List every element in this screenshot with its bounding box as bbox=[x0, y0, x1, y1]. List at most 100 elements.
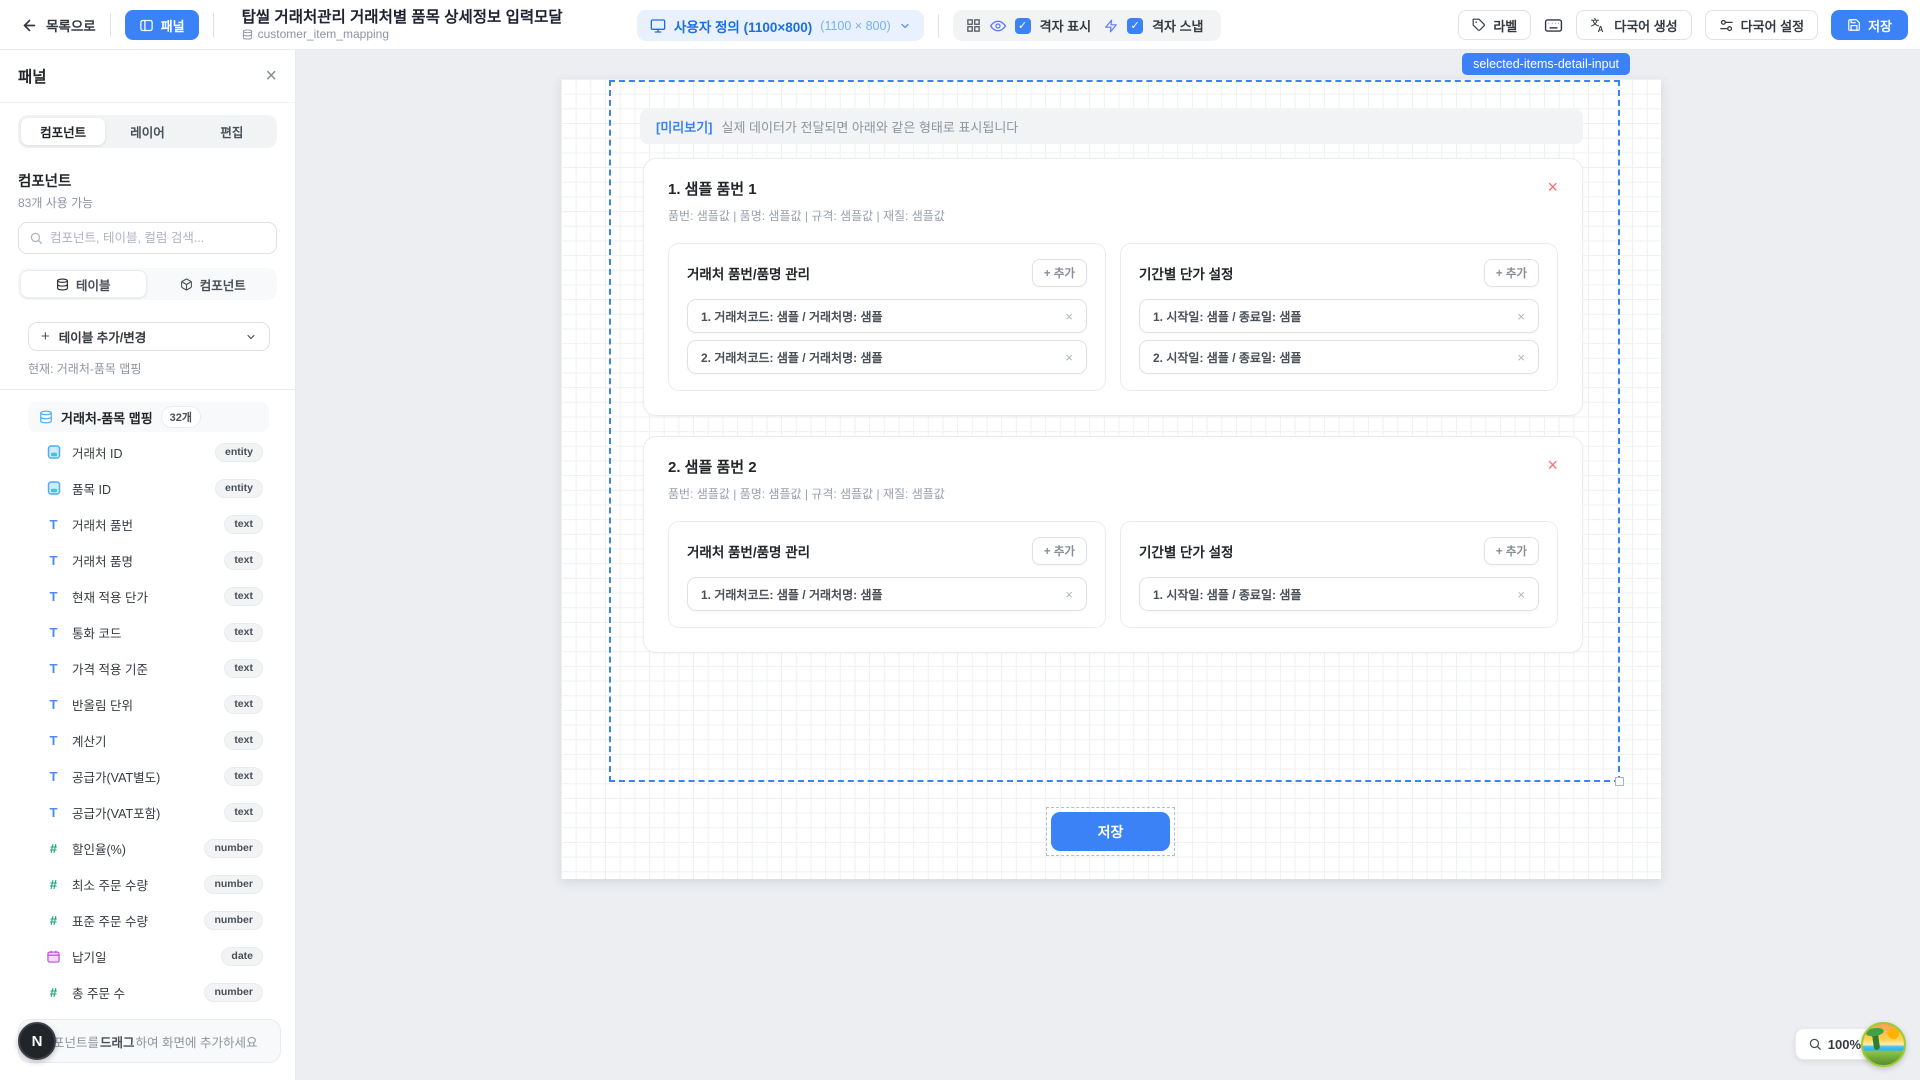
translate-icon: 文A bbox=[1590, 17, 1607, 34]
search-input[interactable] bbox=[50, 231, 266, 245]
remove-item-icon[interactable]: × bbox=[1547, 178, 1558, 196]
database-icon bbox=[56, 278, 69, 291]
field-label: 가격 적용 기준 bbox=[72, 659, 213, 678]
remove-row-icon[interactable]: × bbox=[1517, 309, 1525, 324]
current-table-label: 현재: 거래처-품목 맵핑 bbox=[28, 360, 295, 377]
add-change-table-button[interactable]: + 테이블 추가/변경 bbox=[28, 322, 270, 351]
date-type-icon bbox=[46, 950, 61, 963]
source-mode-switch: 테이블 컴포넌트 bbox=[18, 268, 277, 300]
field-label: 공급가(VAT별도) bbox=[72, 767, 213, 786]
field-list-item[interactable]: 품목 ID entity bbox=[0, 470, 295, 506]
code-row: 1. 거래처코드: 샘플 / 거래처명: 샘플× bbox=[687, 299, 1087, 333]
eye-icon bbox=[990, 18, 1006, 34]
sample-item-card-1: 1. 샘플 품번 1 × 품번: 샘플값 | 품명: 샘플값 | 규격: 샘플값… bbox=[643, 158, 1583, 416]
selected-component-name-label: selected-items-detail-input bbox=[1462, 53, 1630, 75]
magnifier-icon bbox=[1808, 1037, 1822, 1051]
field-list-item[interactable]: 납기일 date bbox=[0, 938, 295, 974]
text-type-icon: T bbox=[46, 805, 61, 820]
add-row-button[interactable]: + 추가 bbox=[1484, 537, 1539, 565]
mode-table-button[interactable]: 테이블 bbox=[20, 270, 147, 298]
close-panel-icon[interactable]: × bbox=[265, 66, 277, 86]
back-label[interactable]: 목록으로 bbox=[46, 15, 96, 35]
customer-codes-panel: 거래처 품번/품명 관리 + 추가 1. 거래처코드: 샘플 / 거래처명: 샘… bbox=[668, 243, 1106, 391]
field-type-badge: number bbox=[204, 911, 263, 930]
field-list-item[interactable]: # 총 주문 수 number bbox=[0, 974, 295, 1010]
field-list-item[interactable]: # 최소 주문 수량 number bbox=[0, 866, 295, 902]
field-list-item[interactable]: T 현재 적용 단가 text bbox=[0, 578, 295, 614]
design-artboard[interactable]: selected-items-detail-input [미리보기] 실제 데이… bbox=[561, 79, 1661, 879]
field-label: 품목 ID bbox=[72, 479, 204, 498]
app-logo-button[interactable]: N bbox=[18, 1022, 56, 1060]
field-type-badge: text bbox=[224, 659, 263, 678]
table-group-header[interactable]: 거래처-품목 맵핑 32개 bbox=[28, 402, 269, 432]
price-period-panel: 기간별 단가 설정 + 추가 1. 시작일: 샘플 / 종료일: 샘플× bbox=[1120, 521, 1558, 628]
remove-row-icon[interactable]: × bbox=[1065, 309, 1073, 324]
selected-component-outline[interactable]: selected-items-detail-input [미리보기] 실제 데이… bbox=[609, 80, 1620, 782]
field-list-item[interactable]: T 거래처 품명 text bbox=[0, 542, 295, 578]
field-list-item[interactable]: T 계산기 text bbox=[0, 722, 295, 758]
add-row-button[interactable]: + 추가 bbox=[1032, 537, 1087, 565]
field-label: 공급가(VAT포함) bbox=[72, 803, 213, 822]
panel-title: 패널 bbox=[18, 65, 47, 87]
save-button[interactable]: 저장 bbox=[1831, 10, 1908, 40]
field-type-badge: date bbox=[221, 947, 263, 966]
form-save-button[interactable]: 저장 bbox=[1051, 812, 1170, 851]
field-label: 할인율(%) bbox=[72, 839, 193, 858]
field-list-item[interactable]: 거래처 ID entity bbox=[0, 434, 295, 470]
period-row: 1. 시작일: 샘플 / 종료일: 샘플× bbox=[1139, 577, 1539, 611]
field-list-item[interactable]: T 가격 적용 기준 text bbox=[0, 650, 295, 686]
drag-hint: 컴포넌트를 드래그하여 화면에 추가하세요 bbox=[18, 1019, 281, 1063]
plus-icon: + bbox=[41, 328, 50, 345]
field-label: 통화 코드 bbox=[72, 623, 213, 642]
divider bbox=[0, 389, 295, 390]
keyboard-shortcuts-button[interactable] bbox=[1544, 16, 1563, 35]
text-type-icon: T bbox=[46, 661, 61, 676]
field-type-badge: text bbox=[224, 695, 263, 714]
add-row-button[interactable]: + 추가 bbox=[1484, 259, 1539, 287]
tab-edit[interactable]: 편집 bbox=[190, 118, 274, 145]
add-row-button[interactable]: + 추가 bbox=[1032, 259, 1087, 287]
remove-row-icon[interactable]: × bbox=[1517, 350, 1525, 365]
field-list-item[interactable]: # 표준 주문 수량 number bbox=[0, 902, 295, 938]
remove-item-icon[interactable]: × bbox=[1547, 456, 1558, 474]
viewport-size-dropdown[interactable]: 사용자 정의 (1100×800) (1100 × 800) bbox=[637, 10, 924, 41]
i18n-generate-button[interactable]: 文A 다국어 생성 bbox=[1576, 10, 1691, 40]
entity-type-icon bbox=[46, 481, 61, 495]
chevron-down-icon bbox=[899, 20, 911, 32]
text-type-icon: T bbox=[46, 697, 61, 712]
resize-handle[interactable] bbox=[1615, 777, 1624, 786]
back-button[interactable] bbox=[14, 10, 44, 40]
mode-component-button[interactable]: 컴포넌트 bbox=[151, 270, 276, 298]
grid-snap-checkbox[interactable]: ✓ bbox=[1127, 18, 1143, 34]
field-list-item[interactable]: T 공급가(VAT별도) text bbox=[0, 758, 295, 794]
theme-island-icon[interactable] bbox=[1861, 1022, 1906, 1067]
field-type-badge: entity bbox=[215, 443, 263, 462]
tab-components[interactable]: 컴포넌트 bbox=[21, 118, 105, 145]
grid-show-checkbox[interactable]: ✓ bbox=[1015, 18, 1031, 34]
tab-layers[interactable]: 레이어 bbox=[105, 118, 189, 145]
customer-codes-panel: 거래처 품번/품명 관리 + 추가 1. 거래처코드: 샘플 / 거래처명: 샘… bbox=[668, 521, 1106, 628]
svg-text:A: A bbox=[1598, 24, 1604, 33]
i18n-settings-button[interactable]: 다국어 설정 bbox=[1705, 10, 1818, 40]
field-list-item[interactable]: T 거래처 품번 text bbox=[0, 506, 295, 542]
toggle-panel-button[interactable]: 패널 bbox=[125, 10, 199, 40]
text-type-icon: T bbox=[46, 517, 61, 532]
field-label: 거래처 품명 bbox=[72, 551, 213, 570]
field-type-badge: text bbox=[224, 587, 263, 606]
remove-row-icon[interactable]: × bbox=[1065, 587, 1073, 602]
grid-show-label: 격자 표시 bbox=[1040, 16, 1091, 35]
arrow-left-icon bbox=[21, 17, 38, 34]
editor-canvas[interactable]: selected-items-detail-input [미리보기] 실제 데이… bbox=[296, 50, 1920, 1080]
field-type-badge: number bbox=[204, 875, 263, 894]
subpanel-title: 거래처 품번/품명 관리 bbox=[687, 263, 810, 283]
field-type-badge: text bbox=[224, 803, 263, 822]
field-list-item[interactable]: T 반올림 단위 text bbox=[0, 686, 295, 722]
label-button[interactable]: 라벨 bbox=[1458, 10, 1531, 40]
remove-row-icon[interactable]: × bbox=[1517, 587, 1525, 602]
remove-row-icon[interactable]: × bbox=[1065, 350, 1073, 365]
field-list-item[interactable]: T 공급가(VAT포함) text bbox=[0, 794, 295, 830]
field-list-item[interactable]: T 통화 코드 text bbox=[0, 614, 295, 650]
period-row: 2. 시작일: 샘플 / 종료일: 샘플× bbox=[1139, 340, 1539, 374]
field-list-item[interactable]: # 할인율(%) number bbox=[0, 830, 295, 866]
number-type-icon: # bbox=[46, 841, 61, 856]
